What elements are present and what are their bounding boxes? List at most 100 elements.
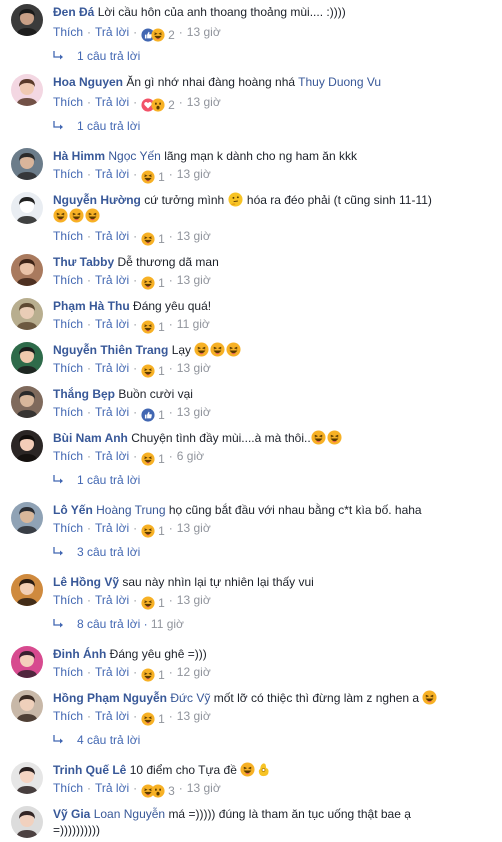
mentioned-user[interactable]: Ngọc Yến — [108, 149, 160, 163]
view-replies-link[interactable]: 4 câu trả lời — [53, 732, 140, 748]
reactions-summary[interactable]: 1 — [141, 319, 165, 335]
avatar[interactable] — [11, 342, 43, 374]
comment-time[interactable]: 13 giờ — [177, 521, 211, 535]
like-button[interactable]: Thích — [53, 405, 83, 419]
reply-button[interactable]: Trả lời — [95, 781, 129, 795]
like-button[interactable]: Thích — [53, 167, 83, 181]
avatar[interactable] — [11, 574, 43, 606]
comment-author[interactable]: Vỹ Gia — [53, 807, 90, 821]
view-replies-link[interactable]: 8 câu trả lời · 11 giờ — [53, 616, 184, 632]
comment-author[interactable]: Nguyễn Thiên Trang — [53, 343, 168, 357]
comment-time[interactable]: 13 giờ — [187, 781, 221, 795]
like-button[interactable]: Thích — [53, 593, 83, 607]
reply-button[interactable]: Trả lời — [95, 361, 129, 375]
reaction-count: 1 — [158, 712, 165, 726]
avatar[interactable] — [11, 4, 43, 36]
reactions-summary[interactable]: 1 — [141, 231, 165, 247]
reply-button[interactable]: Trả lời — [95, 405, 129, 419]
avatar[interactable] — [11, 430, 43, 462]
comment-time[interactable]: 11 giờ — [177, 317, 210, 331]
reply-button[interactable]: Trả lời — [95, 665, 129, 679]
reply-button[interactable]: Trả lời — [95, 449, 129, 463]
avatar[interactable] — [11, 254, 43, 286]
reply-button[interactable]: Trả lời — [95, 709, 129, 723]
comment-time[interactable]: 13 giờ — [177, 273, 211, 287]
comment-author[interactable]: Hà Himm — [53, 149, 105, 163]
like-button[interactable]: Thích — [53, 361, 83, 375]
reactions-summary[interactable]: 1 — [141, 595, 165, 611]
comment-time[interactable]: 13 giờ — [177, 593, 211, 607]
like-button[interactable]: Thích — [53, 317, 83, 331]
comment-author[interactable]: Nguyễn Hường — [53, 193, 141, 207]
comment-time[interactable]: 13 giờ — [177, 167, 211, 181]
comment-time[interactable]: 13 giờ — [177, 405, 211, 419]
comment-author[interactable]: Thắng Bẹp — [53, 387, 115, 401]
reactions-summary[interactable]: 1 — [141, 523, 165, 539]
comment-time[interactable]: 13 giờ — [177, 229, 211, 243]
avatar[interactable] — [11, 762, 43, 794]
view-replies-link[interactable]: 1 câu trả lời — [53, 472, 140, 488]
like-button[interactable]: Thích — [53, 709, 83, 723]
comment-time[interactable]: 13 giờ — [187, 25, 221, 39]
reactions-summary[interactable]: 2 — [141, 97, 175, 113]
comment-time[interactable]: 12 giờ — [177, 665, 211, 679]
like-button[interactable]: Thích — [53, 229, 83, 243]
reply-button[interactable]: Trả lời — [95, 95, 129, 109]
comment-time[interactable]: 13 giờ — [187, 95, 221, 109]
comment-author[interactable]: Bùi Nam Anh — [53, 431, 128, 445]
avatar[interactable] — [11, 298, 43, 330]
comment-author[interactable]: Đinh Ánh — [53, 647, 106, 661]
comment-author[interactable]: Thư Tabby — [53, 255, 114, 269]
reply-button[interactable]: Trả lời — [95, 273, 129, 287]
mentioned-user[interactable]: Hoàng Trung — [96, 503, 165, 517]
reactions-summary[interactable]: 1 — [141, 275, 165, 291]
reactions-summary[interactable]: 2 — [141, 27, 175, 43]
like-button[interactable]: Thích — [53, 25, 83, 39]
avatar[interactable] — [11, 74, 43, 106]
reactions-summary[interactable]: 1 — [141, 667, 165, 683]
comment-time[interactable]: 13 giờ — [177, 361, 211, 375]
reply-button[interactable]: Trả lời — [95, 593, 129, 607]
reply-button[interactable]: Trả lời — [95, 317, 129, 331]
reply-button[interactable]: Trả lời — [95, 229, 129, 243]
reactions-summary[interactable]: 1 — [141, 169, 165, 185]
reply-button[interactable]: Trả lời — [95, 25, 129, 39]
reactions-summary[interactable]: 1 — [141, 363, 165, 379]
reply-button[interactable]: Trả lời — [95, 167, 129, 181]
like-button[interactable]: Thích — [53, 521, 83, 535]
avatar[interactable] — [11, 502, 43, 534]
comment-author[interactable]: Lô Yến — [53, 503, 93, 517]
view-replies-link[interactable]: 3 câu trả lời — [53, 544, 140, 560]
comment-time[interactable]: 13 giờ — [177, 709, 211, 723]
mentioned-user[interactable]: Đức Vỹ — [170, 691, 210, 705]
avatar[interactable] — [11, 192, 43, 224]
like-button[interactable]: Thích — [53, 781, 83, 795]
comment-author[interactable]: Hoa Nguyen — [53, 75, 123, 89]
reactions-summary[interactable]: 1 — [141, 407, 165, 423]
comment-author[interactable]: Phạm Hà Thu — [53, 299, 130, 313]
avatar[interactable] — [11, 646, 43, 678]
view-replies-link[interactable]: 1 câu trả lời — [53, 48, 140, 64]
comment-actions: Thích · Trả lời · 3 · 13 giờ — [53, 780, 221, 799]
avatar[interactable] — [11, 690, 43, 722]
comment-time[interactable]: 6 giờ — [177, 449, 204, 463]
comment-author[interactable]: Đen Đá — [53, 5, 94, 19]
comment-author[interactable]: Trinh Quế Lê — [53, 763, 126, 777]
mentioned-user[interactable]: Thuy Duong Vu — [298, 75, 381, 89]
reactions-summary[interactable]: 1 — [141, 451, 165, 467]
avatar[interactable] — [11, 148, 43, 180]
like-button[interactable]: Thích — [53, 449, 83, 463]
reactions-summary[interactable]: 3 — [141, 783, 175, 799]
reply-button[interactable]: Trả lời — [95, 521, 129, 535]
avatar[interactable] — [11, 806, 43, 838]
mentioned-user[interactable]: Loan Nguyễn — [94, 807, 165, 821]
like-button[interactable]: Thích — [53, 95, 83, 109]
view-replies-link[interactable]: 1 câu trả lời — [53, 118, 140, 134]
comment-author[interactable]: Lê Hồng Vỹ — [53, 575, 119, 589]
reactions-summary[interactable]: 1 — [141, 711, 165, 727]
avatar[interactable] — [11, 386, 43, 418]
comment-line: Đinh Ánh Đáng yêu ghê =))) — [53, 646, 496, 662]
like-button[interactable]: Thích — [53, 273, 83, 287]
like-button[interactable]: Thích — [53, 665, 83, 679]
comment-author[interactable]: Hồng Phạm Nguyễn — [53, 691, 167, 705]
